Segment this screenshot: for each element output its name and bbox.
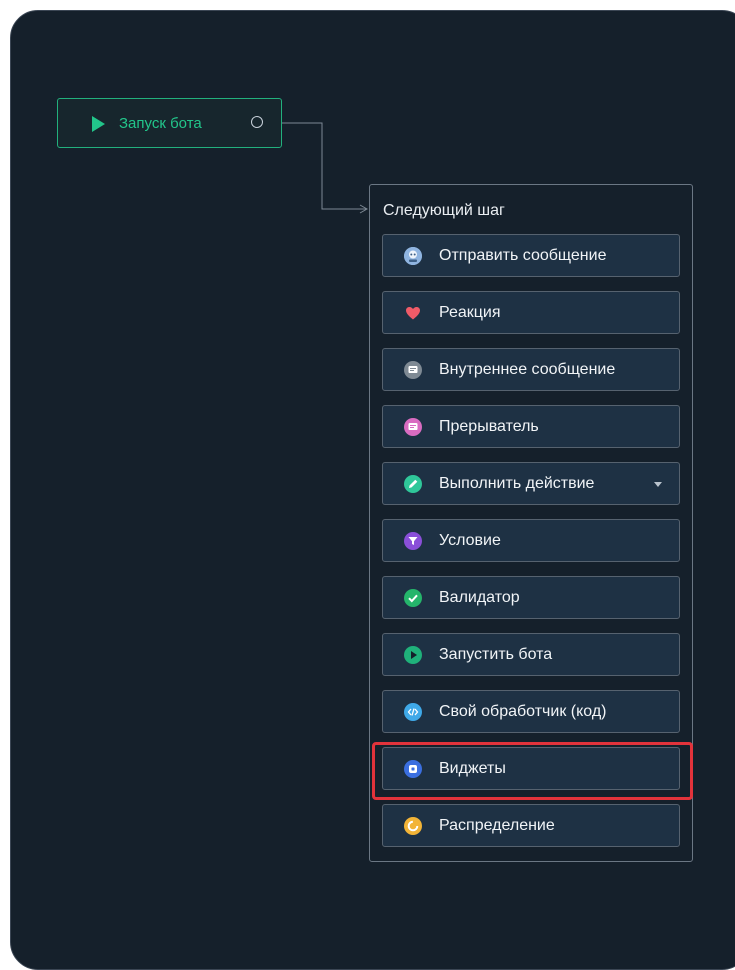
- distribution-icon: [404, 817, 422, 835]
- step-label: Условие: [439, 532, 501, 549]
- step-send-message[interactable]: Отправить сообщение: [382, 234, 680, 277]
- pencil-icon: [404, 475, 422, 493]
- interrupt-message-icon: [404, 418, 422, 436]
- panel-title: Следующий шаг: [383, 202, 505, 219]
- play-circle-icon: [404, 646, 422, 664]
- step-label: Распределение: [439, 817, 555, 834]
- step-condition[interactable]: Условие: [382, 519, 680, 562]
- check-icon: [404, 589, 422, 607]
- step-label: Запустить бота: [439, 646, 553, 663]
- step-validator[interactable]: Валидатор: [382, 576, 680, 619]
- heart-icon: [404, 304, 422, 322]
- start-node-label: Запуск бота: [119, 115, 202, 132]
- step-perform-action[interactable]: Выполнить действие: [382, 462, 680, 505]
- robot-message-icon: [404, 247, 422, 265]
- step-label: Выполнить действие: [439, 475, 595, 492]
- step-custom-handler[interactable]: Свой обработчик (код): [382, 690, 680, 733]
- step-label: Валидатор: [439, 589, 520, 606]
- highlight-frame: [372, 742, 693, 800]
- step-internal-message[interactable]: Внутреннее сообщение: [382, 348, 680, 391]
- filter-icon: [404, 532, 422, 550]
- start-node[interactable]: Запуск бота: [57, 98, 282, 148]
- step-label: Свой обработчик (код): [439, 703, 607, 720]
- chevron-down-icon[interactable]: [654, 482, 662, 487]
- step-distribution[interactable]: Распределение: [382, 804, 680, 847]
- step-label: Внутреннее сообщение: [439, 361, 616, 378]
- step-label: Реакция: [439, 304, 501, 321]
- step-label: Отправить сообщение: [439, 247, 607, 264]
- play-icon: [92, 116, 105, 132]
- step-label: Прерыватель: [439, 418, 539, 435]
- step-interrupter[interactable]: Прерыватель: [382, 405, 680, 448]
- step-reaction[interactable]: Реакция: [382, 291, 680, 334]
- code-icon: [404, 703, 422, 721]
- step-launch-bot[interactable]: Запустить бота: [382, 633, 680, 676]
- internal-message-icon: [404, 361, 422, 379]
- output-port[interactable]: [251, 116, 263, 128]
